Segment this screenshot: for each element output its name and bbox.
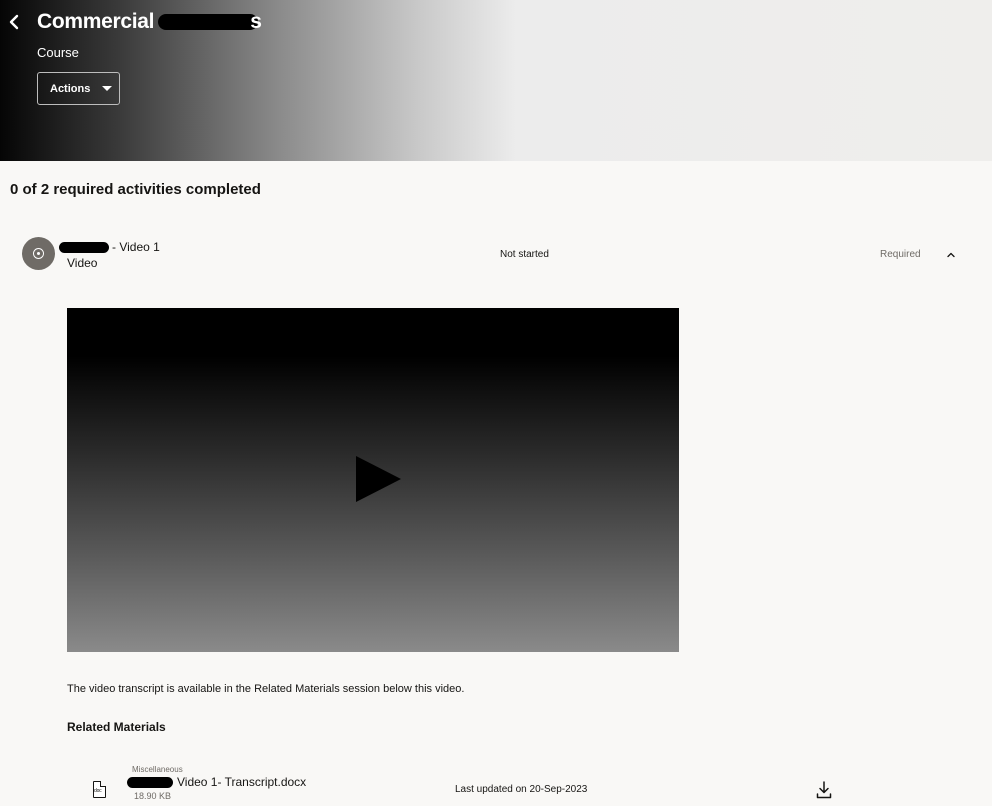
download-icon[interactable] bbox=[816, 781, 832, 799]
course-type-label: Course bbox=[37, 45, 79, 60]
activity-required-label: Required bbox=[880, 249, 921, 260]
actions-button-label: Actions bbox=[50, 82, 91, 95]
material-file-name: Video 1- Transcript.docx bbox=[177, 775, 307, 789]
play-circle-icon bbox=[22, 237, 55, 270]
video-player[interactable] bbox=[67, 308, 679, 652]
course-header-banner: Commercial s Course Actions bbox=[0, 0, 992, 161]
caret-down-icon bbox=[102, 86, 113, 91]
collapse-chevron-up-icon[interactable] bbox=[945, 249, 957, 261]
redacted-file-name-block bbox=[127, 776, 173, 788]
transcript-note: The video transcript is available in the… bbox=[67, 683, 465, 695]
activity-status: Not started bbox=[500, 249, 549, 260]
docx-file-icon: doc bbox=[93, 781, 106, 798]
material-file-link[interactable]: Video 1- Transcript.docx bbox=[127, 775, 306, 789]
activity-type-label: Video bbox=[67, 256, 98, 270]
related-materials-heading: Related Materials bbox=[67, 720, 166, 734]
redacted-activity-name-block bbox=[59, 241, 109, 253]
play-icon[interactable] bbox=[356, 456, 401, 502]
material-last-updated: Last updated on 20-Sep-2023 bbox=[455, 784, 588, 795]
doc-icon-label: doc bbox=[94, 788, 102, 794]
actions-menu-button[interactable]: Actions bbox=[37, 72, 120, 105]
redacted-title-block bbox=[158, 14, 259, 30]
course-title: Commercial s bbox=[37, 10, 262, 34]
activity-title-text: - Video 1 bbox=[112, 240, 160, 254]
back-chevron-left-icon[interactable] bbox=[6, 12, 24, 32]
completion-progress-text: 0 of 2 required activities completed bbox=[10, 181, 261, 198]
material-file-size: 18.90 KB bbox=[134, 791, 172, 801]
course-title-text: Commercial bbox=[37, 10, 155, 33]
course-title-tail: s bbox=[250, 10, 262, 33]
material-category: Miscellaneous bbox=[132, 765, 183, 774]
activity-title[interactable]: - Video 1 bbox=[59, 240, 160, 254]
